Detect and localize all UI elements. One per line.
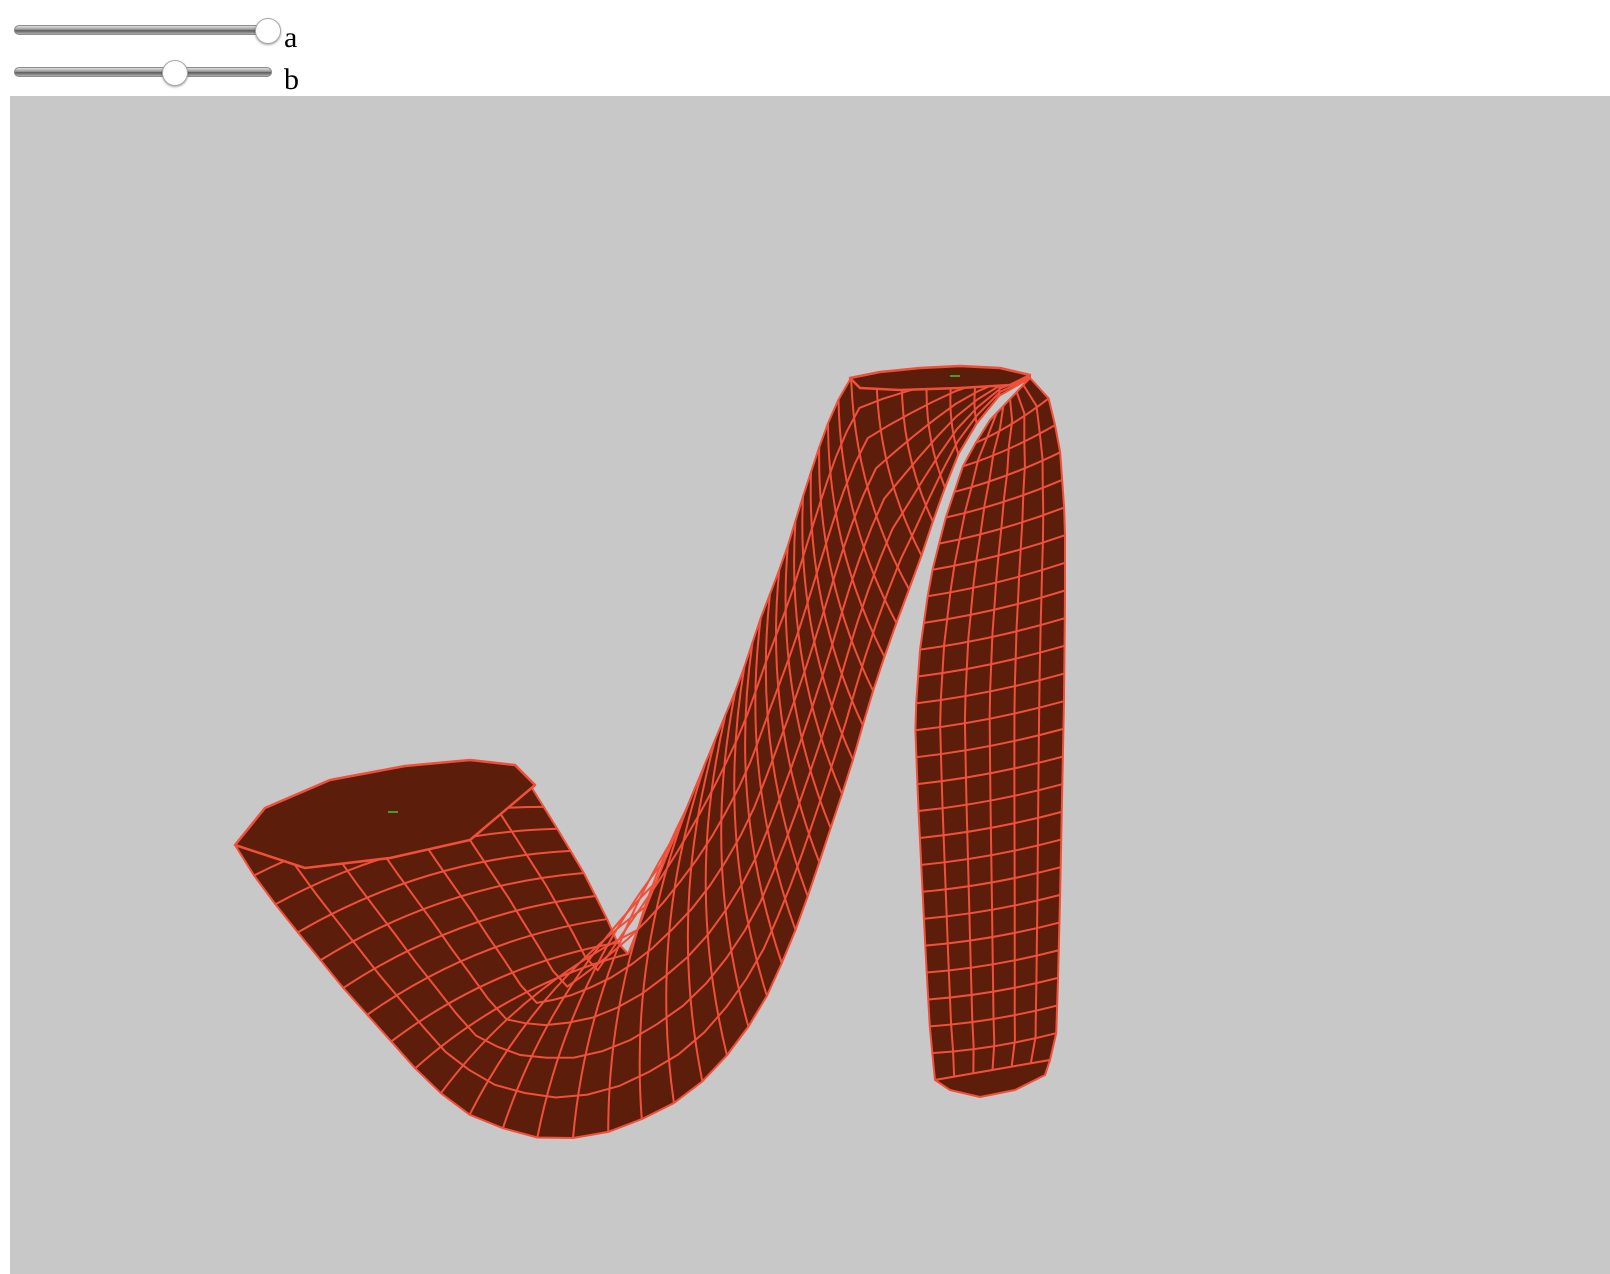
3d-view-canvas[interactable] (10, 96, 1610, 1274)
slider-b-thumb[interactable] (161, 60, 188, 86)
slider-b-label: b (284, 63, 299, 96)
slider-b-track[interactable] (14, 67, 272, 77)
slider-a-track[interactable] (14, 25, 272, 35)
top-end-cap (848, 364, 1032, 392)
slider-a-label: a (284, 21, 298, 54)
3d-surface-plot[interactable] (10, 96, 1610, 1274)
tube-body (234, 365, 1031, 1139)
tube-surface (234, 365, 1066, 1139)
slider-a-thumb[interactable] (254, 18, 281, 44)
